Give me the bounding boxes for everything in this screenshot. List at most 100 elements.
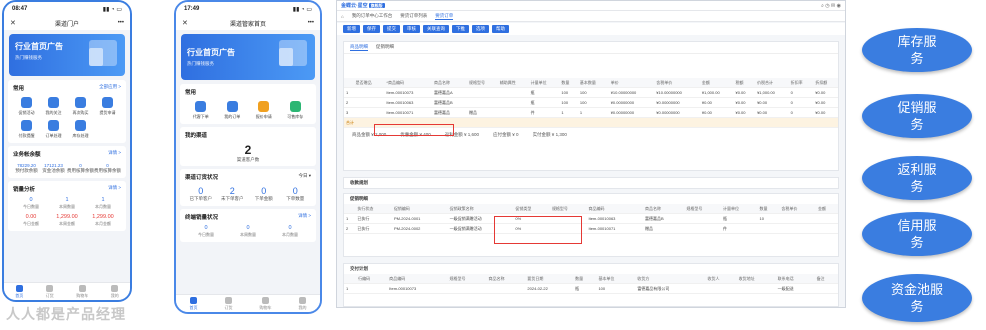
stat-label: 本月数量 xyxy=(95,203,111,209)
col-header: 收货方 xyxy=(635,274,706,284)
app-orders[interactable]: 订单处理 xyxy=(40,120,67,139)
table-cell xyxy=(705,283,737,294)
common-apps-section: 常用 代客下单 我的订单 报价申请 可售库存 xyxy=(180,84,316,124)
table-row[interactable]: 2 Item-00010063 富德嘉品B 瓶 100 100 ¥0.00000000 ¥0.… xyxy=(344,97,838,108)
tab-home[interactable]: 首页 xyxy=(189,296,198,311)
tab-mine[interactable]: 我的 xyxy=(299,296,307,311)
app-payment[interactable]: 付款提醒 xyxy=(13,120,40,139)
stat-label: 今日数量 xyxy=(23,203,39,209)
tab-label: 首页 xyxy=(189,304,198,310)
toolbar: 新增 保存 提交 审核 关联查询 下推 选项 帮助 xyxy=(337,23,845,35)
period-select[interactable]: 今日 ▾ xyxy=(298,173,311,181)
table-cell: 1 xyxy=(344,283,357,294)
order-stat-value: 0 xyxy=(261,186,267,197)
tab-order[interactable]: 订货 xyxy=(225,296,233,311)
app-quote[interactable]: 报价申请 xyxy=(248,101,280,120)
app-inventory[interactable]: 库存处理 xyxy=(67,120,94,139)
order-stat-label: 已下单客户 xyxy=(189,196,213,202)
sales-details-link[interactable]: 详情 > xyxy=(108,185,121,193)
close-icon[interactable]: ✕ xyxy=(182,19,188,27)
tab-goods-detail[interactable]: 商品明细 xyxy=(350,44,368,51)
table-cell: 0 xyxy=(788,107,814,118)
table-cell: ¥0.00 xyxy=(755,107,789,118)
app-follow[interactable]: 我的关注 xyxy=(40,97,67,116)
more-icon[interactable]: ••• xyxy=(118,20,124,26)
section-title: 常用 xyxy=(13,86,25,92)
signal-icon: ▮▮ ◔ ▭ xyxy=(102,6,122,13)
table-cell: 赠品 xyxy=(642,223,685,234)
col-header: 商品名称 xyxy=(486,274,526,284)
tab-cart[interactable]: 购物车 xyxy=(260,296,272,311)
table-cell: 已执行 xyxy=(355,213,392,224)
table-cell: 1 xyxy=(344,213,356,224)
tab-promo-detail[interactable]: 促销明细 xyxy=(376,44,394,51)
app-label: 可售库存 xyxy=(287,114,304,119)
close-icon[interactable]: ✕ xyxy=(10,19,16,27)
help-button[interactable]: 帮助 xyxy=(492,25,509,33)
table-row[interactable]: 1 Item-00010073 富德嘉品A 瓶 100 100 ¥10.00000000 ¥1… xyxy=(344,87,838,98)
tab-mine[interactable]: 我的 xyxy=(111,284,119,299)
tab-order[interactable]: 订货 xyxy=(46,284,54,299)
table-cell: 2024-02-22 xyxy=(525,283,574,294)
col-header: 基本数量 xyxy=(577,78,609,88)
table-row[interactable]: 2 已执行 PM-2024-0002 一级促销满赠活动 0% Item-00010071 赠… xyxy=(344,223,838,234)
section-title[interactable]: 收款规划 xyxy=(344,178,838,188)
stat-item: 0 今日数量 xyxy=(13,197,49,210)
save-button[interactable]: 保存 xyxy=(363,25,380,33)
status-time: 08:47 xyxy=(12,6,28,12)
tab-workbench[interactable]: 我的订单中心工作台 xyxy=(352,13,393,19)
options-button[interactable]: 选项 xyxy=(472,25,489,33)
tab-home[interactable]: 首页 xyxy=(15,284,23,299)
inventory-icon xyxy=(75,120,86,131)
ad-banner[interactable]: 行业首页广告 热门赚钱服务 xyxy=(181,34,315,80)
audit-button[interactable]: 审核 xyxy=(403,25,420,33)
app-place-order[interactable]: 代客下单 xyxy=(185,101,217,120)
home-icon[interactable]: ⌂ xyxy=(341,14,344,19)
query-button[interactable]: 关联查询 xyxy=(423,25,449,33)
submit-button[interactable]: 提交 xyxy=(383,25,400,33)
all-apps-link[interactable]: 全部应用 > xyxy=(99,84,121,92)
section-title[interactable]: 交付计划 xyxy=(344,264,838,274)
tab-cart[interactable]: 购物车 xyxy=(76,284,88,299)
banner-illustration-person xyxy=(279,48,293,66)
tab-order-form[interactable]: 要货订单 xyxy=(435,13,454,20)
table-cell: ¥0.00 xyxy=(813,107,838,118)
app-title-bar: ✕ 渠道门户 ••• xyxy=(4,16,130,30)
app-label: 我的关注 xyxy=(45,110,62,115)
order-stat: 0 下单金额 xyxy=(248,186,280,201)
table-cell: ¥0.00 xyxy=(755,97,789,108)
app-stock[interactable]: 可售库存 xyxy=(280,101,312,120)
app-pickup[interactable]: 提货申请 xyxy=(94,97,121,116)
table-row[interactable]: 3 Item-00010071 富德嘉品 赠品件 1 1 ¥0.00000000 ¥0.000… xyxy=(344,107,838,118)
table-cell: ¥1,000.00 xyxy=(699,87,734,98)
table-cell: ¥10.00000000 xyxy=(608,87,655,98)
status-time: 17:49 xyxy=(184,6,200,12)
terminal-details-link[interactable]: 详情 > xyxy=(298,213,311,221)
app-my-orders[interactable]: 我的订单 xyxy=(217,101,249,120)
order-stat-value: 0 xyxy=(292,186,298,197)
ad-banner[interactable]: 行业首页广告 热门赚钱服务 xyxy=(9,34,125,76)
more-icon[interactable]: ••• xyxy=(308,20,314,26)
header-icons[interactable]: ⌕ ◷ ✉ ◉ xyxy=(821,3,841,9)
pill-label: 资金池服务 xyxy=(890,282,943,314)
new-button[interactable]: 新增 xyxy=(343,25,360,33)
app-rebuy[interactable]: 再次购买 xyxy=(67,97,94,116)
table-cell: 3 xyxy=(344,107,354,118)
push-button[interactable]: 下推 xyxy=(452,25,469,33)
table-row[interactable]: 1 已执行 PM-2024-0001 一级促销满赠活动 0% Item-00010063 富… xyxy=(344,213,838,224)
pill-label: 库存服务 xyxy=(897,34,937,66)
tab-order-list[interactable]: 要货订单列表 xyxy=(400,13,427,19)
section-title[interactable]: 促销明细 xyxy=(344,194,838,204)
app-label: 提货申请 xyxy=(99,110,116,115)
banner-illustration-person xyxy=(89,48,103,66)
pickup-icon xyxy=(102,97,113,108)
section-title: 销量分析 xyxy=(13,186,36,193)
col-header: 计量单位 xyxy=(528,78,560,88)
pill-rebate-service: 返利服务 xyxy=(862,156,972,200)
col-header: 商品编码 xyxy=(387,274,448,284)
balance-details-link[interactable]: 详情 > xyxy=(108,150,121,158)
app-promotion[interactable]: 促销活动 xyxy=(13,97,40,116)
table-row[interactable]: 1 Item-00010073 2024-02-22 瓶 100 富德嘉品有限公司 一级配送 xyxy=(344,283,838,294)
cart-icon xyxy=(78,284,86,292)
table-cell xyxy=(779,213,816,224)
